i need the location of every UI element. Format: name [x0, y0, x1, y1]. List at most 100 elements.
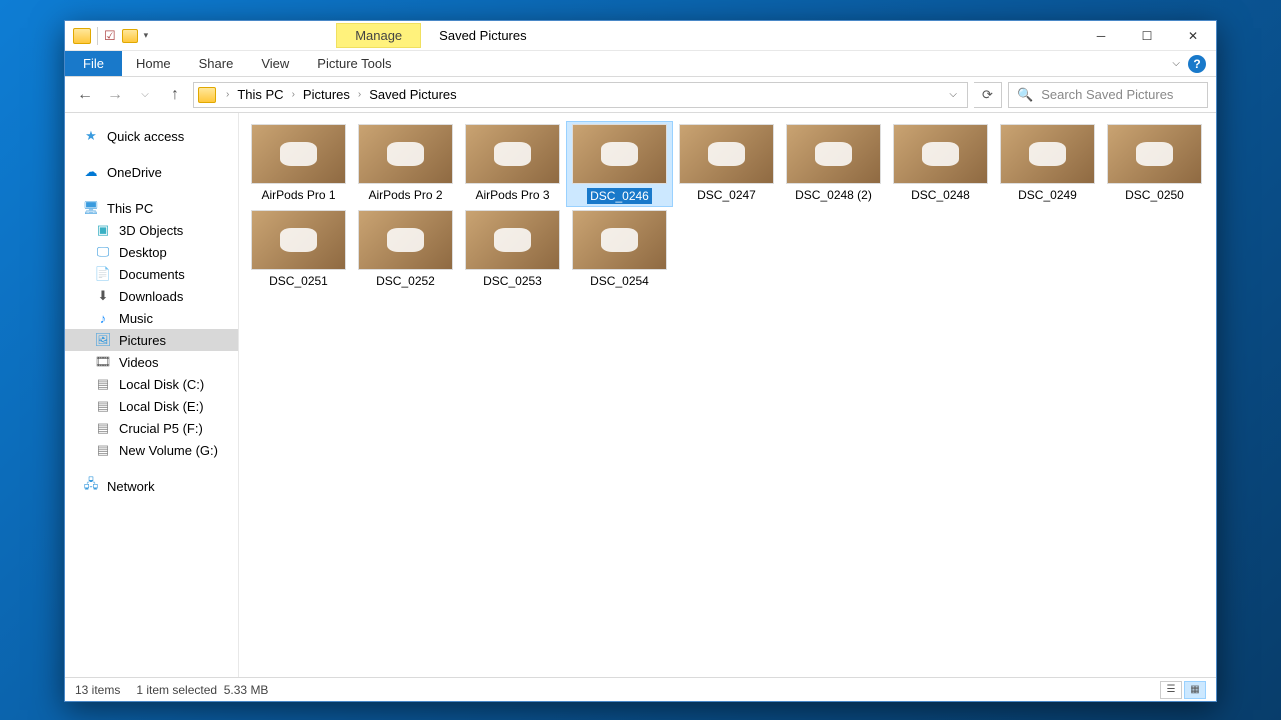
cloud-icon: ☁	[83, 164, 99, 180]
folder-icon	[198, 87, 216, 103]
explorer-window: ☑ ▾ Manage Saved Pictures ─ ☐ ✕ File Hom…	[64, 20, 1217, 702]
details-view-button[interactable]: ☰	[1160, 681, 1182, 699]
file-thumbnail[interactable]: DSC_0248 (2)	[780, 121, 887, 207]
desktop-icon: 🖵	[95, 244, 111, 260]
image-preview	[251, 124, 346, 184]
file-grid: AirPods Pro 1AirPods Pro 2AirPods Pro 3D…	[245, 121, 1210, 291]
back-button[interactable]: ←	[73, 83, 97, 107]
sidebar-label: Desktop	[119, 245, 167, 260]
sidebar-label: Music	[119, 311, 153, 326]
body: ★ Quick access ☁ OneDrive 🖥This PC ▣3D Obj…	[65, 113, 1216, 677]
file-thumbnail[interactable]: AirPods Pro 2	[352, 121, 459, 207]
filename-label: DSC_0247	[697, 188, 756, 202]
chevron-right-icon[interactable]: ›	[354, 89, 365, 100]
sidebar-item-3d-objects[interactable]: ▣3D Objects	[65, 219, 238, 241]
filename-label: DSC_0253	[483, 274, 542, 288]
music-icon: ♪	[95, 310, 111, 326]
close-button[interactable]: ✕	[1170, 21, 1216, 51]
videos-icon: 🎞	[95, 354, 111, 370]
help-icon[interactable]: ?	[1188, 55, 1206, 73]
breadcrumb-item[interactable]: Saved Pictures	[367, 87, 458, 102]
breadcrumb[interactable]: › This PC › Pictures › Saved Pictures ⌵	[193, 82, 968, 108]
image-preview	[572, 124, 667, 184]
sidebar-item-documents[interactable]: 📄Documents	[65, 263, 238, 285]
maximize-button[interactable]: ☐	[1124, 21, 1170, 51]
separator	[97, 27, 98, 45]
thumbnails-view-button[interactable]: ▦	[1184, 681, 1206, 699]
breadcrumb-dropdown-icon[interactable]: ⌵	[943, 89, 963, 100]
file-thumbnail[interactable]: DSC_0252	[352, 207, 459, 291]
tab-home[interactable]: Home	[122, 51, 185, 76]
file-thumbnail[interactable]: DSC_0250	[1101, 121, 1208, 207]
forward-button[interactable]: →	[103, 83, 127, 107]
sidebar-item-disk-f[interactable]: ▤Crucial P5 (F:)	[65, 417, 238, 439]
file-thumbnail[interactable]: DSC_0249	[994, 121, 1101, 207]
sidebar-item-music[interactable]: ♪ Music	[65, 307, 238, 329]
sidebar-item-disk-e[interactable]: ▤Local Disk (E:)	[65, 395, 238, 417]
quick-access-toolbar: ☑ ▾	[65, 27, 156, 45]
image-preview	[1000, 124, 1095, 184]
file-thumbnail[interactable]: DSC_0246	[566, 121, 673, 207]
sidebar-item-disk-c[interactable]: ▤Local Disk (C:)	[65, 373, 238, 395]
navigation-pane: ★ Quick access ☁ OneDrive 🖥This PC ▣3D Obj…	[65, 113, 239, 677]
chevron-right-icon[interactable]: ›	[288, 89, 299, 100]
file-thumbnail[interactable]: DSC_0247	[673, 121, 780, 207]
image-preview	[1107, 124, 1202, 184]
sidebar-label: Quick access	[107, 129, 184, 144]
sidebar-item-disk-g[interactable]: ▤ New Volume (G:)	[65, 439, 238, 461]
breadcrumb-item[interactable]: Pictures	[301, 87, 352, 102]
properties-icon[interactable]: ☑	[104, 28, 116, 44]
view-mode-switcher: ☰ ▦	[1160, 681, 1206, 699]
file-thumbnail[interactable]: DSC_0248	[887, 121, 994, 207]
file-thumbnail[interactable]: AirPods Pro 3	[459, 121, 566, 207]
image-preview	[358, 124, 453, 184]
sidebar-item-quick-access[interactable]: ★ Quick access	[65, 125, 238, 147]
sidebar-item-downloads[interactable]: ⬇Downloads	[65, 285, 238, 307]
filename-label: AirPods Pro 1	[261, 188, 335, 202]
drive-icon: ▤	[95, 420, 111, 436]
filename-label: DSC_0251	[269, 274, 328, 288]
file-thumbnail[interactable]: DSC_0251	[245, 207, 352, 291]
file-pane[interactable]: AirPods Pro 1AirPods Pro 2AirPods Pro 3D…	[239, 113, 1216, 677]
filename-label: AirPods Pro 2	[368, 188, 442, 202]
sidebar-item-pictures[interactable]: 🖼Pictures	[65, 329, 238, 351]
filename-label: DSC_0248	[911, 188, 970, 202]
qat-dropdown-icon[interactable]: ▾	[144, 30, 149, 41]
network-icon: 🖧	[83, 478, 99, 494]
sidebar-label: New Volume (G:)	[119, 443, 218, 458]
image-preview	[679, 124, 774, 184]
refresh-button[interactable]: ⟳	[974, 82, 1002, 108]
download-icon: ⬇	[95, 288, 111, 304]
drive-icon: ▤	[95, 442, 111, 458]
minimize-button[interactable]: ─	[1078, 21, 1124, 51]
new-folder-icon[interactable]	[122, 29, 138, 43]
star-icon: ★	[83, 128, 99, 144]
file-thumbnail[interactable]: AirPods Pro 1	[245, 121, 352, 207]
sidebar-item-desktop[interactable]: 🖵 Desktop	[65, 241, 238, 263]
file-thumbnail[interactable]: DSC_0253	[459, 207, 566, 291]
collapse-ribbon-icon[interactable]: ⌵	[1172, 58, 1180, 69]
manage-tab[interactable]: Manage	[336, 23, 421, 48]
chevron-right-icon[interactable]: ›	[222, 89, 233, 100]
breadcrumb-item[interactable]: This PC	[235, 87, 285, 102]
image-preview	[572, 210, 667, 270]
file-thumbnail[interactable]: DSC_0254	[566, 207, 673, 291]
sidebar-item-network[interactable]: 🖧Network	[65, 475, 238, 497]
up-button[interactable]: ↑	[163, 83, 187, 107]
tab-view[interactable]: View	[247, 51, 303, 76]
image-preview	[786, 124, 881, 184]
tab-picture-tools[interactable]: Picture Tools	[303, 51, 405, 76]
search-input[interactable]: 🔍 Search Saved Pictures	[1008, 82, 1208, 108]
sidebar-item-videos[interactable]: 🎞Videos	[65, 351, 238, 373]
address-bar-row: ← → ⌵ ↑ › This PC › Pictures › Saved Pic…	[65, 77, 1216, 113]
recent-locations-icon[interactable]: ⌵	[133, 83, 157, 107]
sidebar-label: OneDrive	[107, 165, 162, 180]
sidebar-label: Local Disk (E:)	[119, 399, 204, 414]
sidebar-item-this-pc[interactable]: 🖥This PC	[65, 197, 238, 219]
tab-share[interactable]: Share	[185, 51, 248, 76]
status-bar: 13 items 1 item selected 5.33 MB ☰ ▦	[65, 677, 1216, 701]
tab-file[interactable]: File	[65, 51, 122, 76]
sidebar-item-onedrive[interactable]: ☁ OneDrive	[65, 161, 238, 183]
filename-edit-input[interactable]: DSC_0246	[587, 188, 652, 204]
title-center: Manage Saved Pictures	[156, 23, 1078, 48]
